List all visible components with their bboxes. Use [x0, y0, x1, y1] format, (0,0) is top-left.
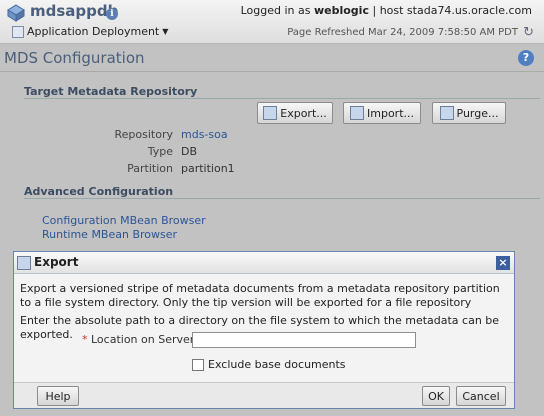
exclude-base-label: Exclude base documents [208, 358, 346, 371]
close-icon[interactable]: × [496, 256, 510, 270]
required-marker: * [82, 333, 88, 346]
cancel-button[interactable]: Cancel [456, 386, 506, 406]
purge-button[interactable]: Purge... [432, 102, 506, 124]
login-prefix: Logged in as [240, 4, 311, 17]
section-divider [24, 98, 540, 99]
export-dialog: Export × Export a versioned stripe of me… [13, 251, 515, 409]
refresh-icon[interactable]: ↻ [523, 25, 534, 40]
dialog-description: Export a versioned stripe of metadata do… [20, 282, 500, 309]
dialog-footer: Help OK Cancel [14, 382, 514, 408]
import-label: Import... [367, 106, 414, 120]
repository-link[interactable]: mds-soa [181, 128, 228, 141]
application-deployment-icon [7, 4, 25, 22]
help-button[interactable]: Help [37, 386, 79, 406]
dialog-header: Export × [14, 252, 514, 274]
application-deployment-menu[interactable]: Application Deployment ▼ [12, 25, 168, 38]
location-label-text: Location on Server [91, 333, 195, 346]
export-label: Export... [280, 106, 327, 120]
app-menu-label: Application Deployment [27, 25, 160, 38]
partition-label: Partition [127, 162, 173, 175]
purge-icon [439, 106, 454, 120]
type-label: Type [147, 145, 173, 158]
host-text: host stada74.us.oracle.com [379, 4, 532, 17]
section-divider [24, 198, 540, 199]
chevron-down-icon: ▼ [162, 27, 169, 36]
advanced-section-heading: Advanced Configuration [24, 185, 174, 198]
runtime-mbean-link[interactable]: Runtime MBean Browser [42, 228, 177, 241]
import-icon [350, 106, 364, 120]
menu-icon [12, 25, 24, 38]
title-divider [0, 71, 544, 72]
ok-button[interactable]: OK [422, 386, 450, 406]
configuration-mbean-link[interactable]: Configuration MBean Browser [42, 214, 206, 227]
info-icon[interactable]: i [106, 8, 118, 20]
repository-label: Repository [114, 128, 174, 141]
username: weblogic [313, 4, 369, 17]
app-title: mdsappdb [30, 2, 119, 20]
page-title: MDS Configuration [4, 49, 145, 67]
target-section-heading: Target Metadata Repository [24, 85, 198, 98]
type-value: DB [181, 145, 198, 158]
export-icon [263, 106, 278, 120]
partition-value: partition1 [181, 162, 235, 175]
exclude-base-checkbox[interactable] [192, 359, 204, 371]
location-input[interactable] [192, 332, 416, 348]
page-refresh-text: Page Refreshed Mar 24, 2009 7:58:50 AM P… [287, 27, 518, 38]
purge-label: Purge... [456, 106, 499, 120]
import-button[interactable]: Import... [343, 102, 421, 124]
export-icon [17, 256, 31, 270]
export-button[interactable]: Export... [257, 102, 333, 124]
help-icon[interactable]: ? [518, 50, 534, 66]
top-header: mdsappdb i Application Deployment ▼ Logg… [0, 0, 544, 44]
location-label: * Location on Server [82, 333, 194, 346]
dialog-title: Export [34, 255, 79, 269]
login-info: Logged in as weblogic | host stada74.us.… [240, 4, 532, 17]
